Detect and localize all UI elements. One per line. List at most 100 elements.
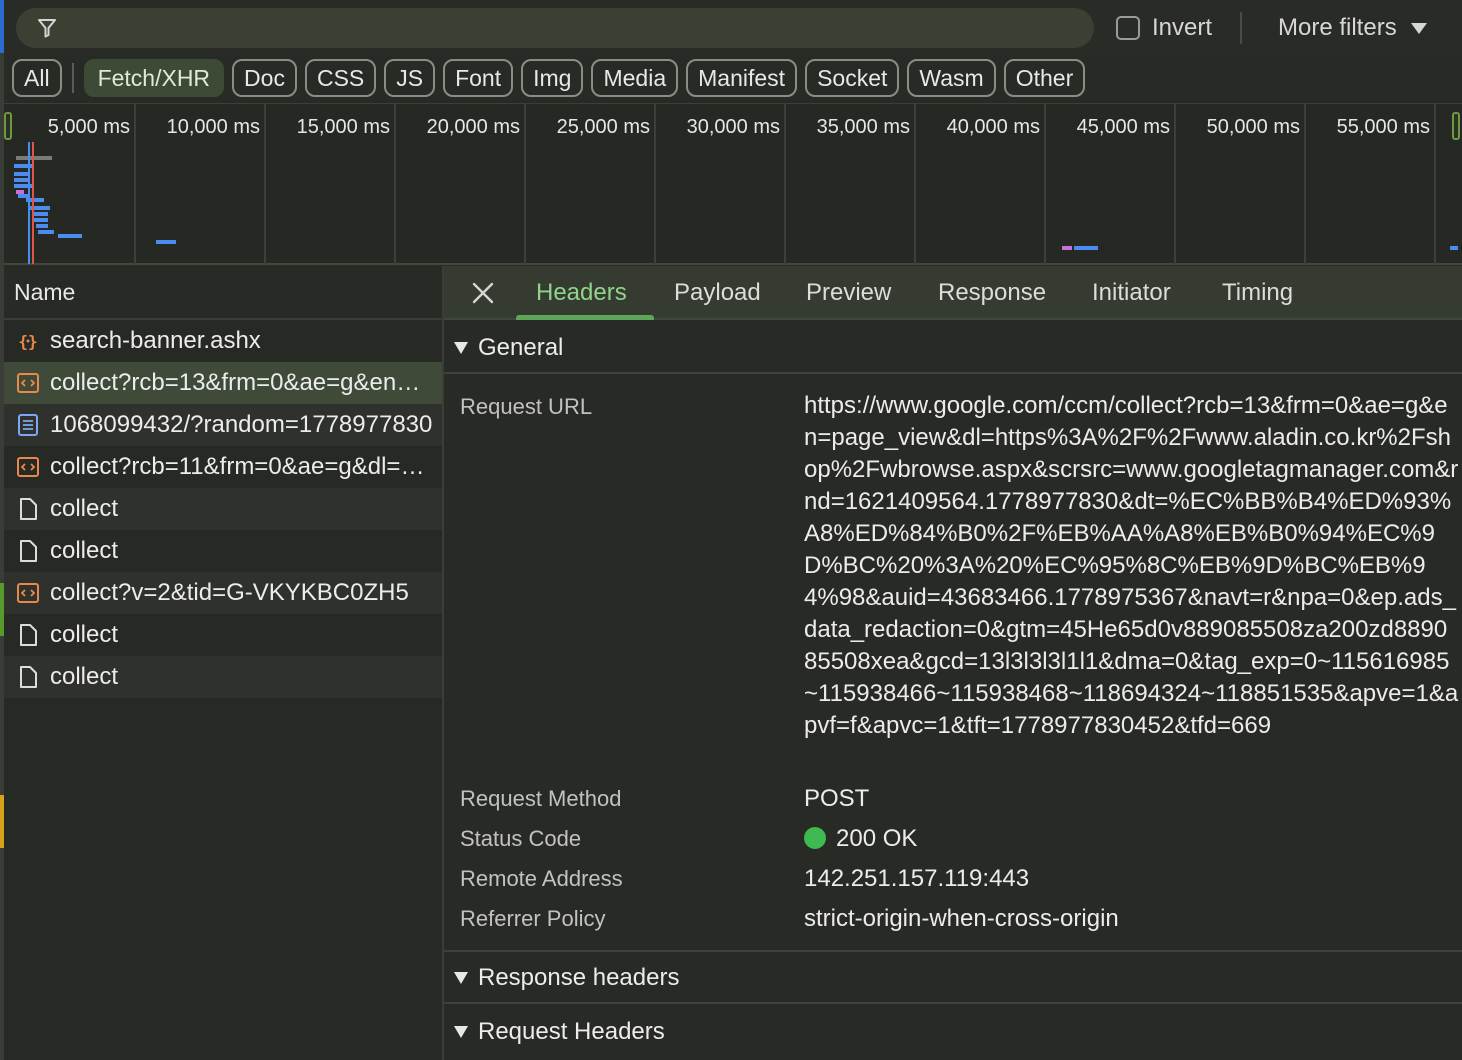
funnel-icon [38, 19, 56, 38]
request-bar [1074, 246, 1098, 250]
timeline-gridline [654, 104, 656, 264]
request-bar [14, 164, 34, 168]
timeline-tick-label: 20,000 ms [426, 116, 520, 138]
request-bar [1450, 246, 1458, 250]
chip-all[interactable]: All [12, 59, 62, 97]
remote-address-value: 142.251.157.119:443 [804, 865, 1030, 892]
details-tabbar: Headers Payload Preview Response Initiat… [444, 266, 1462, 320]
timeline-gridline [1044, 104, 1046, 264]
list-item[interactable]: collect?v=2&tid=G-VKYKBC0ZH5 [4, 572, 442, 614]
section-title: Response headers [478, 964, 680, 991]
tab-initiator[interactable]: Initiator [1092, 279, 1171, 307]
tab-headers[interactable]: Headers [536, 279, 627, 307]
more-filters-label: More filters [1278, 14, 1397, 41]
request-url-label: Request URL [460, 394, 593, 419]
active-tab-indicator [516, 315, 654, 320]
request-name: collect?v=2&tid=G-VKYKBC0ZH5 [50, 579, 409, 606]
section-title: General [478, 334, 564, 361]
section-title: Request Headers [478, 1018, 665, 1045]
filter-toolbar: Invert More filters [4, 0, 1462, 56]
timeline-tick-label: 10,000 ms [166, 116, 260, 138]
list-item[interactable]: {} search-banner.ashx [4, 320, 442, 362]
chip-fetch-xhr[interactable]: Fetch/XHR [83, 59, 225, 97]
list-item[interactable]: collect?rcb=13&frm=0&ae=g&en=page_view [4, 362, 442, 404]
chip-manifest[interactable]: Manifest [686, 59, 798, 97]
request-name: 1068099432/?random=1778977830 [50, 411, 433, 438]
document-icon [18, 414, 38, 436]
invert-checkbox[interactable] [1116, 16, 1140, 40]
invert-toggle[interactable]: Invert [1116, 14, 1212, 42]
script-icon [17, 373, 39, 393]
network-overview-timeline[interactable]: 5,000 ms 10,000 ms 15,000 ms 20,000 ms 2… [4, 103, 1462, 265]
tab-timing[interactable]: Timing [1222, 279, 1293, 307]
chip-other[interactable]: Other [1003, 59, 1086, 97]
triangle-down-icon [454, 972, 468, 984]
referrer-policy-value: strict-origin-when-cross-origin [804, 905, 1119, 932]
load-event-marker [32, 142, 34, 264]
chip-media[interactable]: Media [591, 59, 679, 97]
timeline-tick-label: 45,000 ms [1076, 116, 1170, 138]
timeline-tick-label: 15,000 ms [296, 116, 390, 138]
chip-font[interactable]: Font [443, 59, 514, 97]
column-header-name[interactable]: Name [4, 266, 442, 320]
chip-css[interactable]: CSS [304, 59, 377, 97]
status-ok-icon [804, 827, 826, 849]
tab-payload[interactable]: Payload [674, 279, 761, 307]
timeline-gridline [914, 104, 916, 264]
timeline-gridline [1174, 104, 1176, 264]
close-icon[interactable] [470, 280, 496, 306]
file-icon [20, 666, 37, 688]
response-headers-section-header[interactable]: Response headers [444, 952, 1462, 1004]
timeline-gridline [264, 104, 266, 264]
chip-js[interactable]: JS [384, 59, 436, 97]
timeline-tick-label: 35,000 ms [816, 116, 910, 138]
request-bar [36, 224, 48, 228]
timeline-gridline [394, 104, 396, 264]
general-section-header[interactable]: General [444, 322, 1462, 374]
more-filters-button[interactable]: More filters [1278, 14, 1427, 42]
request-url-value: https://www.google.com/ccm/collect?rcb=1… [804, 392, 1459, 739]
request-bar [1062, 246, 1072, 250]
section-divider [444, 372, 1462, 374]
chip-img[interactable]: Img [521, 59, 584, 97]
timeline-tick-label: 50,000 ms [1206, 116, 1300, 138]
chip-socket[interactable]: Socket [805, 59, 900, 97]
list-item[interactable]: collect [4, 656, 442, 698]
list-item[interactable]: collect?rcb=11&frm=0&ae=g&dl=https [4, 446, 442, 488]
request-name: collect?rcb=11&frm=0&ae=g&dl=https [50, 453, 434, 480]
request-list: Name {} search-banner.ashx collect?rcb=1… [4, 266, 442, 1060]
request-bar [32, 212, 48, 216]
request-method-label: Request Method [460, 786, 622, 811]
request-details-panel: Headers Payload Preview Response Initiat… [444, 266, 1462, 1060]
status-code-value: 200 OK [804, 825, 917, 853]
list-item[interactable]: 1068099432/?random=1778977830 [4, 404, 442, 446]
timeline-tick-label: 5,000 ms [47, 116, 130, 138]
timeline-tick-label: 40,000 ms [946, 116, 1040, 138]
request-bar [14, 184, 34, 188]
request-name: collect [50, 495, 119, 522]
chip-doc[interactable]: Doc [232, 59, 297, 97]
request-name: collect?rcb=13&frm=0&ae=g&en=page_view [50, 369, 434, 396]
request-bar [34, 218, 48, 222]
request-headers-section-header[interactable]: Request Headers [444, 1006, 1462, 1058]
section-divider [444, 1002, 1462, 1004]
list-item[interactable]: collect [4, 614, 442, 656]
remote-address-label: Remote Address [460, 866, 623, 891]
request-bar [156, 240, 176, 244]
request-name: collect [50, 621, 119, 648]
list-item[interactable]: collect [4, 488, 442, 530]
chip-divider [71, 63, 74, 93]
request-name: collect [50, 537, 119, 564]
request-method-value: POST [804, 785, 870, 812]
file-icon [20, 540, 37, 562]
script-icon [17, 457, 39, 477]
request-bar [58, 234, 82, 238]
chip-wasm[interactable]: Wasm [907, 59, 996, 97]
file-icon [20, 624, 37, 646]
filter-input[interactable] [16, 8, 1094, 48]
invert-label: Invert [1152, 14, 1213, 41]
tab-response[interactable]: Response [938, 279, 1046, 307]
list-item[interactable]: collect [4, 530, 442, 572]
overview-right-handle[interactable] [1452, 112, 1460, 140]
tab-preview[interactable]: Preview [806, 279, 891, 307]
